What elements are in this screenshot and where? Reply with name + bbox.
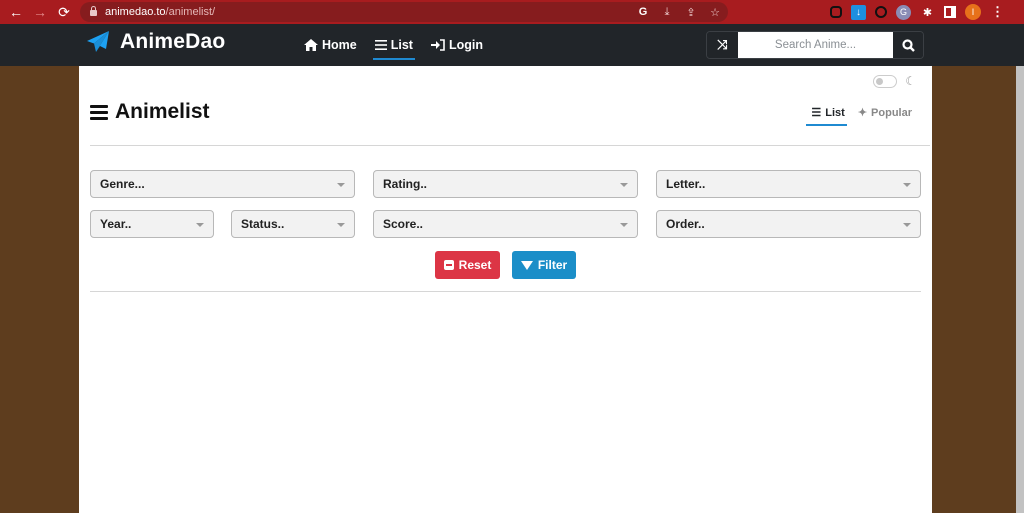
reset-button[interactable]: Reset bbox=[435, 251, 500, 279]
funnel-icon bbox=[520, 260, 533, 270]
tab-popular-label: Popular bbox=[871, 106, 912, 119]
chevron-down-icon bbox=[903, 223, 911, 227]
chevron-down-icon bbox=[903, 183, 911, 187]
chevron-down-icon bbox=[337, 223, 345, 227]
tab-list-label: List bbox=[825, 106, 845, 119]
status-select-value: Status.. bbox=[241, 217, 285, 231]
chevron-down-icon bbox=[196, 223, 204, 227]
filter-button-label: Filter bbox=[537, 258, 568, 272]
extensions-puzzle-icon[interactable]: ✱ bbox=[920, 5, 935, 20]
chevron-down-icon bbox=[620, 183, 628, 187]
reset-button-label: Reset bbox=[458, 258, 492, 272]
genre-select-value: Genre... bbox=[100, 177, 145, 191]
share-icon[interactable]: ⇪ bbox=[684, 6, 698, 19]
stars-icon: ✦ bbox=[857, 107, 868, 119]
dark-mode-toggle[interactable] bbox=[873, 74, 898, 88]
forward-button[interactable]: → bbox=[28, 0, 52, 24]
browser-menu-icon[interactable]: ⋮ bbox=[990, 4, 1005, 20]
year-select[interactable]: Year.. bbox=[90, 210, 214, 238]
url-path: /animelist/ bbox=[165, 6, 216, 18]
search-group: ⤨ bbox=[706, 31, 924, 59]
view-tabs: ☰ List ✦ Popular bbox=[800, 104, 914, 126]
main-content: ☾ Animelist ☰ List ✦ Popular Genre... Ra… bbox=[79, 66, 932, 513]
url-host: animedao.to bbox=[105, 6, 166, 18]
chevron-down-icon bbox=[620, 223, 628, 227]
dark-mode-toggle-row: ☾ bbox=[873, 74, 916, 88]
extension-sync-icon[interactable] bbox=[875, 6, 887, 18]
divider bbox=[90, 291, 921, 292]
back-button[interactable]: ← bbox=[4, 0, 28, 24]
extension-download-icon[interactable]: ↓ bbox=[851, 4, 866, 20]
brand-logo[interactable]: AnimeDao bbox=[86, 30, 225, 54]
forward-arrow-icon: → bbox=[33, 4, 47, 20]
shuffle-icon: ⤨ bbox=[717, 37, 728, 52]
year-select-value: Year.. bbox=[100, 217, 132, 231]
nav-login[interactable]: Login bbox=[430, 30, 483, 60]
status-select[interactable]: Status.. bbox=[231, 210, 355, 238]
search-icon bbox=[901, 38, 915, 52]
genre-select[interactable]: Genre... bbox=[90, 170, 355, 198]
paper-plane-icon bbox=[87, 31, 109, 52]
nav-home-label: Home bbox=[322, 38, 357, 52]
lock-icon bbox=[90, 6, 97, 16]
order-select[interactable]: Order.. bbox=[656, 210, 921, 238]
address-bar[interactable]: animedao.to/animelist/ G ⤓ ⇪ ☆ bbox=[80, 2, 728, 22]
reload-button[interactable]: ⟳ bbox=[52, 0, 76, 24]
tab-list[interactable]: ☰ List bbox=[806, 104, 848, 126]
tab-popular[interactable]: ✦ Popular bbox=[853, 104, 914, 124]
search-button[interactable] bbox=[893, 32, 923, 58]
nav-list[interactable]: List bbox=[372, 30, 416, 60]
order-select-value: Order.. bbox=[666, 217, 705, 231]
reload-icon: ⟳ bbox=[58, 3, 70, 20]
letter-select-value: Letter.. bbox=[666, 177, 706, 191]
list-icon bbox=[90, 104, 108, 120]
site-header: AnimeDao Home List Login ⤨ bbox=[0, 24, 1024, 66]
rating-select[interactable]: Rating.. bbox=[373, 170, 638, 198]
browser-toolbar: ← → ⟳ animedao.to/animelist/ G ⤓ ⇪ ☆ ↓ G… bbox=[0, 0, 1024, 24]
page-scrollbar[interactable] bbox=[1016, 66, 1024, 513]
nav-login-label: Login bbox=[448, 38, 483, 52]
divider bbox=[90, 145, 930, 146]
page-title-text: Animelist bbox=[115, 100, 210, 123]
google-icon[interactable]: G bbox=[636, 6, 650, 18]
extension-link-icon[interactable] bbox=[830, 6, 842, 18]
minus-square-icon bbox=[443, 260, 454, 270]
list-icon bbox=[374, 40, 387, 50]
login-icon bbox=[430, 39, 445, 51]
home-icon bbox=[304, 39, 318, 51]
search-input[interactable] bbox=[738, 32, 893, 58]
nav-home[interactable]: Home bbox=[304, 30, 357, 60]
filter-button[interactable]: Filter bbox=[512, 251, 576, 279]
back-arrow-icon: ← bbox=[9, 4, 23, 20]
random-anime-button[interactable]: ⤨ bbox=[707, 32, 738, 58]
moon-icon: ☾ bbox=[905, 74, 916, 88]
install-icon[interactable]: ⤓ bbox=[660, 6, 674, 19]
score-select-value: Score.. bbox=[383, 217, 424, 231]
profile-avatar[interactable]: I bbox=[965, 4, 981, 20]
score-select[interactable]: Score.. bbox=[373, 210, 638, 238]
rating-select-value: Rating.. bbox=[383, 177, 427, 191]
page-title: Animelist bbox=[90, 100, 210, 124]
bookmark-star-icon[interactable]: ☆ bbox=[708, 6, 722, 19]
extension-grammarly-icon[interactable]: G bbox=[896, 4, 911, 20]
chevron-down-icon bbox=[337, 183, 345, 187]
list-icon: ☰ bbox=[811, 107, 822, 119]
main-nav: Home List Login bbox=[304, 24, 501, 66]
letter-select[interactable]: Letter.. bbox=[656, 170, 921, 198]
side-panel-icon[interactable] bbox=[944, 6, 956, 18]
brand-name: AnimeDao bbox=[120, 30, 226, 53]
nav-list-label: List bbox=[390, 38, 413, 52]
